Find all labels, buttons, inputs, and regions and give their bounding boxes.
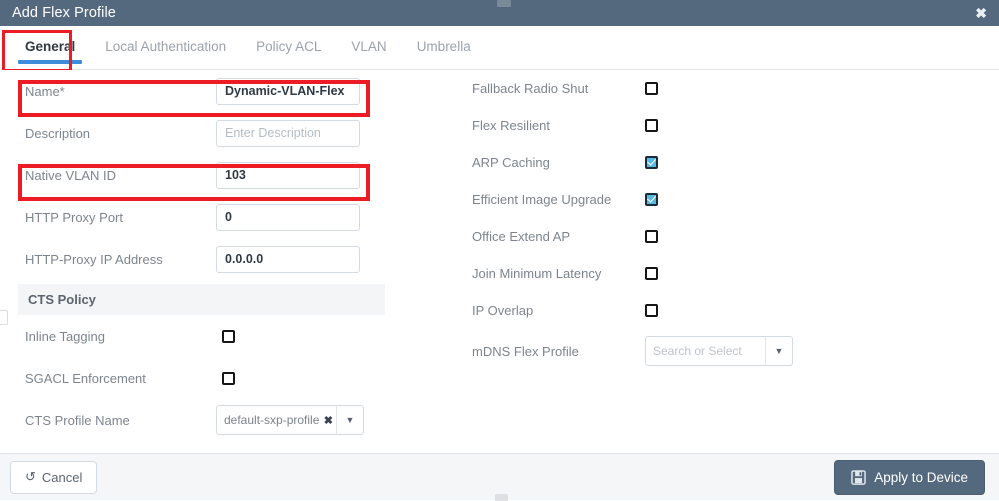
field-row-office-extend-ap: Office Extend AP <box>455 218 855 255</box>
select-mdns-flex-profile[interactable]: Search or Select ▼ <box>645 336 793 366</box>
tab-general[interactable]: General <box>10 26 90 66</box>
checkbox-sgacl-enforcement[interactable] <box>222 371 235 385</box>
left-column: Name* Dynamic-VLAN-Flex Description Ente… <box>18 70 388 441</box>
cell-office-extend-ap <box>645 230 658 243</box>
label-http-proxy-port: HTTP Proxy Port <box>25 209 124 225</box>
dialog-title: Add Flex Profile <box>12 4 116 21</box>
cell-inline-tagging <box>216 329 360 343</box>
field-row-efficient-image-upgrade: Efficient Image Upgrade <box>455 181 855 218</box>
label-description: Description <box>25 125 91 141</box>
chevron-down-icon[interactable]: ▼ <box>765 337 792 365</box>
cell-arp-caching <box>645 156 658 169</box>
cell-sgacl-enforcement <box>216 371 360 385</box>
left-edge-artifact <box>0 310 8 325</box>
tab-vlan[interactable]: VLAN <box>336 26 401 66</box>
field-row-ip-overlap: IP Overlap <box>455 292 855 329</box>
titlebar-artifact <box>497 0 511 7</box>
label-efficient-image-upgrade: Efficient Image Upgrade <box>472 192 612 207</box>
field-row-mdns-flex-profile: mDNS Flex Profile Search or Select ▼ <box>455 329 855 373</box>
checkbox-flex-resilient[interactable] <box>645 119 658 132</box>
undo-icon: ↺ <box>25 469 36 484</box>
tab-umbrella-label: Umbrella <box>416 39 471 54</box>
input-description[interactable]: Enter Description <box>216 119 360 147</box>
checkbox-fallback-radio-shut[interactable] <box>645 82 658 95</box>
label-flex-resilient: Flex Resilient <box>472 118 551 133</box>
input-name[interactable]: Dynamic-VLAN-Flex <box>216 77 360 105</box>
close-icon[interactable]: ✖ <box>973 4 989 22</box>
label-office-extend-ap: Office Extend AP <box>472 229 571 244</box>
field-row-cts-profile-name: CTS Profile Name default-sxp-profile ✖ ▼ <box>18 399 388 441</box>
cell-efficient-image-upgrade <box>645 193 658 206</box>
label-inline-tagging: Inline Tagging <box>25 328 105 344</box>
checkbox-ip-overlap[interactable] <box>645 304 658 317</box>
label-http-proxy-ip-address: HTTP-Proxy IP Address <box>25 251 163 267</box>
label-join-minimum-latency: Join Minimum Latency <box>472 266 602 281</box>
cancel-button[interactable]: ↺ Cancel <box>10 460 98 494</box>
section-header-cts-policy-label: CTS Policy <box>28 292 96 307</box>
tab-umbrella[interactable]: Umbrella <box>402 26 486 66</box>
field-row-inline-tagging: Inline Tagging <box>18 315 388 357</box>
label-ip-overlap: IP Overlap <box>472 303 534 318</box>
field-row-flex-resilient: Flex Resilient <box>455 107 855 144</box>
label-native-vlan-id: Native VLAN ID <box>25 167 117 183</box>
cell-ip-overlap <box>645 304 658 317</box>
field-row-description: Description Enter Description <box>18 112 388 154</box>
tab-active-underline <box>18 60 83 64</box>
dialog-footer: ↺ Cancel Apply to Device <box>0 453 999 500</box>
tab-policy-acl[interactable]: Policy ACL <box>241 26 336 66</box>
cell-mdns-flex-profile: Search or Select ▼ <box>645 336 793 366</box>
dialog-body: Name* Dynamic-VLAN-Flex Description Ente… <box>0 70 999 453</box>
clear-x-icon[interactable]: ✖ <box>323 406 336 434</box>
field-row-join-minimum-latency: Join Minimum Latency <box>455 255 855 292</box>
cell-fallback-radio-shut <box>645 82 658 95</box>
field-row-http-proxy-ip-address: HTTP-Proxy IP Address 0.0.0.0 <box>18 238 388 280</box>
tab-policy-acl-label: Policy ACL <box>256 39 322 54</box>
label-arp-caching: ARP Caching <box>472 155 550 170</box>
cell-flex-resilient <box>645 119 658 132</box>
select-cts-profile-name-value: default-sxp-profile <box>224 413 320 427</box>
tab-bar: General Local Authentication Policy ACL … <box>0 26 999 70</box>
input-http-proxy-port[interactable]: 0 <box>216 203 360 231</box>
cancel-button-label: Cancel <box>41 469 83 485</box>
field-row-name: Name* Dynamic-VLAN-Flex <box>18 70 388 112</box>
checkbox-arp-caching[interactable] <box>645 156 658 169</box>
checkbox-efficient-image-upgrade[interactable] <box>645 193 658 206</box>
checkbox-office-extend-ap[interactable] <box>645 230 658 243</box>
right-column: Fallback Radio Shut Flex Resilient ARP C… <box>455 70 855 373</box>
field-row-fallback-radio-shut: Fallback Radio Shut <box>455 70 855 107</box>
apply-to-device-button[interactable]: Apply to Device <box>834 459 985 495</box>
apply-to-device-label: Apply to Device <box>874 469 968 485</box>
label-mdns-flex-profile: mDNS Flex Profile <box>472 343 579 359</box>
select-cts-profile-name[interactable]: default-sxp-profile ✖ ▼ <box>216 405 364 435</box>
tab-local-authentication[interactable]: Local Authentication <box>90 26 241 66</box>
field-row-sgacl-enforcement: SGACL Enforcement <box>18 357 388 399</box>
select-mdns-flex-profile-value: Search or Select <box>653 344 742 358</box>
label-name: Name* <box>25 83 65 99</box>
save-disk-icon <box>851 469 867 485</box>
tab-vlan-label: VLAN <box>351 39 387 54</box>
field-row-http-proxy-port: HTTP Proxy Port 0 <box>18 196 388 238</box>
checkbox-inline-tagging[interactable] <box>222 329 235 343</box>
add-flex-profile-dialog: Add Flex Profile ✖ General Local Authent… <box>0 0 999 501</box>
tab-local-authentication-label: Local Authentication <box>105 39 227 54</box>
label-cts-profile-name: CTS Profile Name <box>25 412 130 428</box>
tab-general-label: General <box>25 39 76 54</box>
input-http-proxy-ip-address[interactable]: 0.0.0.0 <box>216 245 360 273</box>
field-row-arp-caching: ARP Caching <box>455 144 855 181</box>
chevron-down-icon[interactable]: ▼ <box>336 406 363 434</box>
label-sgacl-enforcement: SGACL Enforcement <box>25 370 146 386</box>
input-native-vlan-id[interactable]: 103 <box>216 161 360 189</box>
cell-join-minimum-latency <box>645 267 658 280</box>
section-header-cts-policy: CTS Policy <box>18 284 385 315</box>
checkbox-join-minimum-latency[interactable] <box>645 267 658 280</box>
field-row-native-vlan-id: Native VLAN ID 103 <box>18 154 388 196</box>
label-fallback-radio-shut: Fallback Radio Shut <box>472 81 589 96</box>
